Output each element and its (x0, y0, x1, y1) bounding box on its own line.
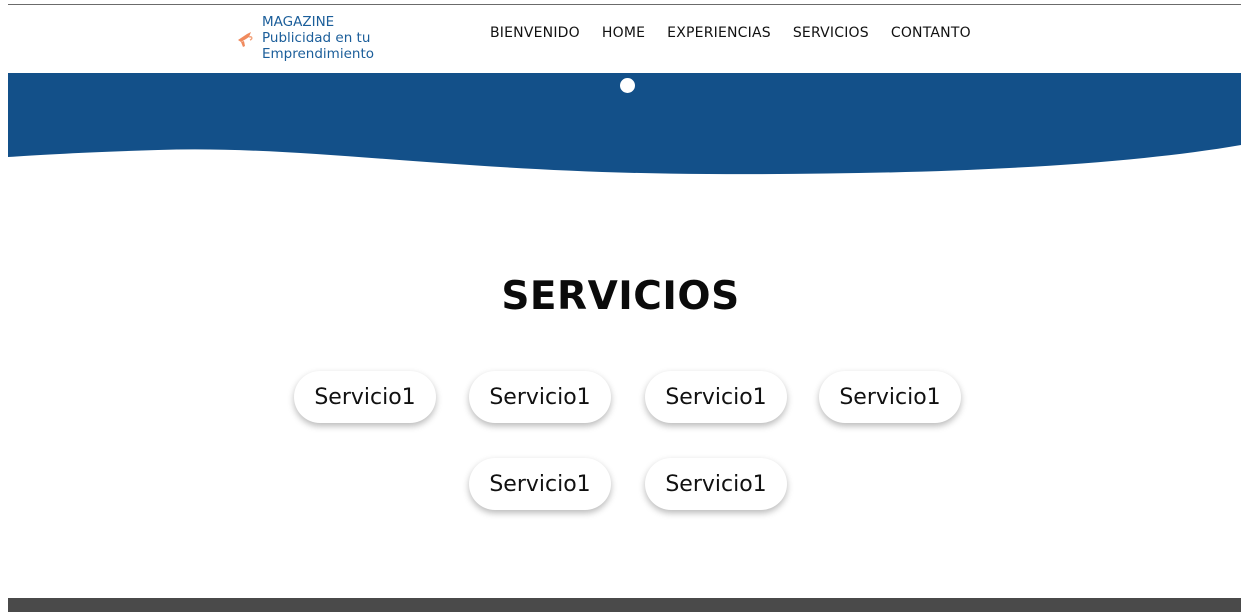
main-nav: BIENVENIDO HOME EXPERIENCIAS SERVICIOS C… (490, 25, 993, 41)
nav-item-bienvenido[interactable]: BIENVENIDO (490, 25, 580, 41)
service-button-6[interactable]: Servicio1 (645, 458, 787, 510)
brand-line-2: Publicidad en tu (262, 30, 371, 46)
nav-item-experiencias[interactable]: EXPERIENCIAS (667, 25, 771, 41)
navbar: MAGAZINE Publicidad en tu Emprendimiento… (0, 5, 1241, 73)
slider-dot[interactable] (620, 78, 635, 93)
services-title: SERVICIOS (501, 274, 740, 319)
brand-line-3: Emprendimiento (262, 46, 375, 62)
footer (8, 598, 1241, 612)
brand-logo-link[interactable]: MAGAZINE Publicidad en tu Emprendimiento (235, 14, 374, 62)
brand-line-1: MAGAZINE (262, 14, 335, 30)
brand-text: MAGAZINE Publicidad en tu Emprendimiento (262, 14, 374, 62)
nav-item-contanto[interactable]: CONTANTO (891, 25, 971, 41)
service-button-2[interactable]: Servicio1 (469, 371, 611, 423)
nav-item-servicios[interactable]: SERVICIOS (793, 25, 869, 41)
service-button-3[interactable]: Servicio1 (645, 371, 787, 423)
service-button-4[interactable]: Servicio1 (819, 371, 961, 423)
nav-item-home[interactable]: HOME (602, 25, 645, 41)
megaphone-icon (235, 28, 257, 50)
service-button-1[interactable]: Servicio1 (294, 371, 436, 423)
service-button-5[interactable]: Servicio1 (469, 458, 611, 510)
